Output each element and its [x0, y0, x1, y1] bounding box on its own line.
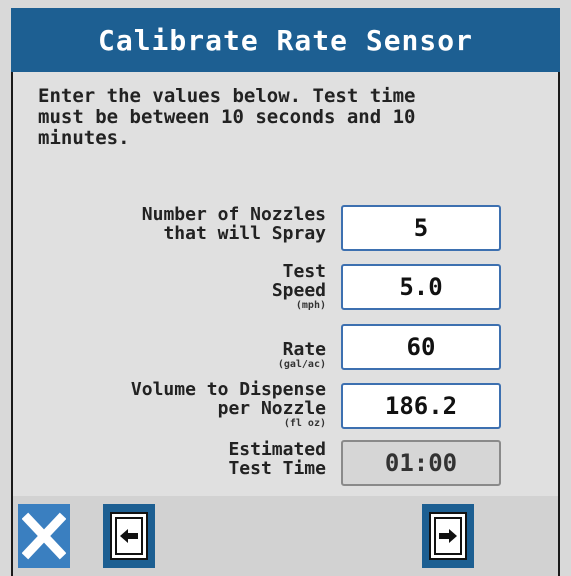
- test-speed-label-text: Test Speed: [271, 261, 326, 301]
- rate-value: 60: [406, 333, 436, 361]
- rate-unit: (gal/ac): [277, 359, 326, 370]
- test-time-value: 01:00: [384, 449, 458, 477]
- volume-unit: (fl oz): [283, 418, 326, 429]
- dialog-frame: Calibrate Rate Sensor Enter the values b…: [0, 0, 571, 576]
- rate-label: Rate (gal/ac): [278, 340, 326, 371]
- back-button[interactable]: [103, 504, 155, 568]
- test-time-display: 01:00: [341, 440, 501, 486]
- page-next-icon: [429, 512, 467, 560]
- volume-value: 186.2: [384, 392, 458, 420]
- rate-input[interactable]: 60: [341, 324, 501, 370]
- volume-input[interactable]: 186.2: [341, 383, 501, 429]
- nozzles-label-text: Number of Nozzles that will Spray: [141, 204, 326, 244]
- nozzles-value: 5: [413, 214, 429, 242]
- test-speed-value: 5.0: [399, 273, 443, 301]
- volume-label: Volume to Dispense per Nozzle (fl oz): [131, 380, 326, 430]
- test-time-label-text: Estimated Test Time: [228, 439, 326, 479]
- page-back-icon: [110, 512, 148, 560]
- title-bar: Calibrate Rate Sensor: [11, 8, 560, 72]
- test-speed-input[interactable]: 5.0: [341, 264, 501, 310]
- test-speed-label: Test Speed (mph): [272, 262, 326, 312]
- button-bar: [11, 496, 560, 576]
- test-time-label: Estimated Test Time: [228, 440, 326, 478]
- nozzles-label: Number of Nozzles that will Spray: [142, 205, 326, 243]
- rate-label-text: Rate: [282, 339, 326, 360]
- nozzles-input[interactable]: 5: [341, 205, 501, 251]
- close-x-icon: [22, 512, 66, 560]
- instructions-text: Enter the values below. Test time must b…: [38, 85, 416, 149]
- next-button[interactable]: [422, 504, 474, 568]
- test-speed-unit: (mph): [295, 300, 326, 311]
- volume-label-text: Volume to Dispense per Nozzle: [130, 379, 326, 419]
- cancel-button[interactable]: [18, 504, 70, 568]
- dialog-title: Calibrate Rate Sensor: [97, 23, 473, 57]
